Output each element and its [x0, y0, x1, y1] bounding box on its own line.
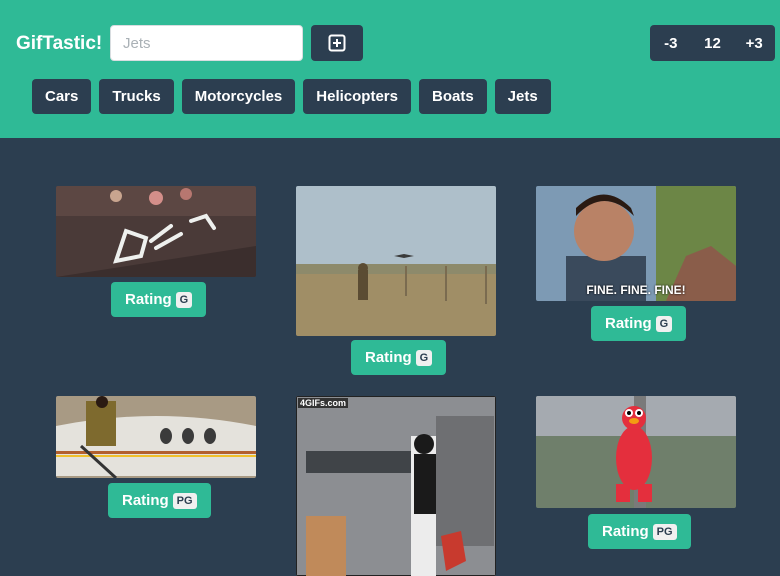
topic-button-boats[interactable]: Boats	[418, 79, 487, 114]
topic-button-trucks[interactable]: Trucks	[99, 79, 174, 114]
gif-image[interactable]	[56, 396, 256, 478]
rating-button[interactable]: Rating G	[351, 340, 447, 375]
gif-card: 4GIFs.com	[296, 396, 496, 576]
pager-next-button[interactable]: +3	[733, 25, 775, 61]
pager-group: -3 12 +3	[650, 25, 775, 61]
gif-image[interactable]	[56, 186, 256, 277]
gif-image[interactable]: FINE. FINE. FINE!	[536, 186, 736, 301]
gif-card: Rating G	[56, 186, 256, 326]
add-topic-button[interactable]	[311, 25, 363, 61]
rating-badge: G	[175, 291, 193, 308]
search-input[interactable]	[110, 25, 303, 61]
rating-badge: PG	[652, 523, 677, 540]
topic-button-list: Cars Trucks Motorcycles Helicopters Boat…	[32, 79, 551, 114]
rating-label: Rating	[122, 492, 169, 509]
topic-button-jets[interactable]: Jets	[494, 79, 551, 114]
gif-card: Rating G	[296, 186, 496, 376]
rating-button[interactable]: Rating G	[591, 306, 687, 341]
pager-count-button[interactable]: 12	[692, 25, 734, 61]
navbar: GifTastic! -3 12 +3 Cars Trucks Motorcyc…	[0, 0, 780, 138]
gif-card: Rating PG	[536, 396, 736, 551]
rating-badge: G	[655, 315, 673, 332]
gif-image[interactable]: 4GIFs.com	[296, 396, 496, 576]
plus-square-icon	[328, 34, 346, 52]
gif-card: FINE. FINE. FINE! Rating G	[536, 186, 736, 346]
rating-button[interactable]: Rating PG	[588, 514, 691, 549]
gif-watermark: 4GIFs.com	[298, 398, 349, 408]
gif-card: Rating PG	[56, 396, 256, 521]
topic-button-cars[interactable]: Cars	[32, 79, 92, 114]
rating-label: Rating	[605, 315, 652, 332]
app-title[interactable]: GifTastic!	[16, 33, 102, 55]
topic-button-motorcycles[interactable]: Motorcycles	[181, 79, 296, 114]
rating-badge: G	[415, 349, 433, 366]
rating-label: Rating	[365, 349, 412, 366]
rating-button[interactable]: Rating G	[111, 282, 207, 317]
pager-prev-button[interactable]: -3	[650, 25, 692, 61]
rating-label: Rating	[125, 291, 172, 308]
rating-badge: PG	[172, 492, 197, 509]
gif-image[interactable]	[296, 186, 496, 336]
gif-image[interactable]	[536, 396, 736, 508]
topic-button-helicopters[interactable]: Helicopters	[303, 79, 411, 114]
rating-label: Rating	[602, 523, 649, 540]
gif-caption: FINE. FINE. FINE!	[586, 283, 686, 297]
rating-button[interactable]: Rating PG	[108, 483, 211, 518]
